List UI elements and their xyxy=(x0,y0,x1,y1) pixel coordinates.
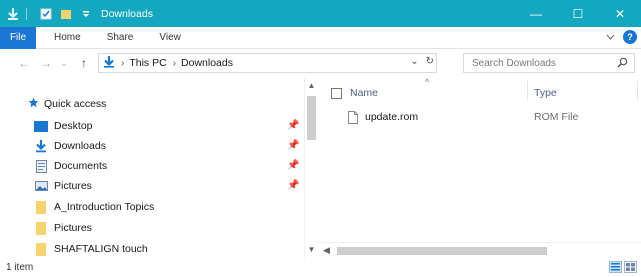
sidebar-item-label: Pictures xyxy=(54,180,92,192)
details-view-icon[interactable] xyxy=(609,261,622,273)
sidebar-item-label: Documents xyxy=(54,160,108,172)
breadcrumb-separator-icon: › xyxy=(172,57,177,69)
sidebar-item-downloads[interactable]: Downloads xyxy=(34,136,106,156)
large-icons-view-icon[interactable] xyxy=(624,261,637,273)
refresh-icon[interactable]: ↻ xyxy=(426,56,434,67)
folder-icon xyxy=(34,242,48,256)
download-arrow-icon xyxy=(34,139,48,152)
up-arrow-icon[interactable]: ↑ xyxy=(76,53,92,73)
pin-icon[interactable]: 📌 xyxy=(287,140,299,151)
explorer-arrow-icon[interactable] xyxy=(6,7,20,21)
new-folder-icon[interactable] xyxy=(59,7,73,21)
breadcrumb-separator-icon: › xyxy=(121,57,125,69)
scroll-left-icon[interactable]: ◀ xyxy=(323,245,330,256)
desktop-icon xyxy=(34,120,48,132)
file-list: Name ^ Type update.rom ROM File xyxy=(317,77,641,258)
scrollbar-thumb[interactable] xyxy=(337,247,547,255)
downloads-location-icon xyxy=(103,55,115,71)
tab-home[interactable]: Home xyxy=(54,32,81,43)
sidebar-item-documents[interactable]: Documents xyxy=(34,156,107,176)
tab-view[interactable]: View xyxy=(159,32,181,43)
toolbar-separator xyxy=(26,7,27,20)
close-button[interactable]: ✕ xyxy=(599,0,641,27)
file-icon xyxy=(348,110,358,124)
navigation-pane-scrollbar[interactable]: ▲ ▼ xyxy=(304,77,317,258)
file-type: ROM File xyxy=(534,111,579,123)
sidebar-item-label: Pictures xyxy=(54,222,92,234)
search-icon[interactable] xyxy=(617,57,628,71)
folder-icon xyxy=(34,221,48,235)
sidebar-item-shaftalign-touch[interactable]: SHAFTALIGN touch xyxy=(34,239,148,259)
sidebar-item-label: Desktop xyxy=(54,120,93,132)
scrollbar-thumb[interactable] xyxy=(307,96,316,140)
file-name: update.rom xyxy=(365,111,419,123)
sidebar-item-a-introduction-topics[interactable]: A_Introduction Topics xyxy=(34,197,154,217)
item-count: 1 item xyxy=(6,262,34,273)
file-row[interactable]: update.rom xyxy=(348,108,418,126)
column-divider[interactable] xyxy=(637,81,638,101)
pictures-icon xyxy=(34,180,48,192)
properties-icon[interactable] xyxy=(39,7,53,21)
search-input[interactable]: Search Downloads xyxy=(463,53,635,73)
title-bar: Downloads — ☐ ✕ xyxy=(0,0,641,27)
pin-icon[interactable]: 📌 xyxy=(287,160,299,171)
star-icon xyxy=(28,97,39,111)
tab-file[interactable]: File xyxy=(0,26,36,49)
tab-share[interactable]: Share xyxy=(107,32,134,43)
select-all-checkbox-cell[interactable] xyxy=(331,83,342,103)
horizontal-scrollbar[interactable]: ◀ xyxy=(317,242,641,258)
recent-locations-icon[interactable]: ⌄ xyxy=(56,53,72,73)
quick-access-label: Quick access xyxy=(44,98,107,110)
folder-icon xyxy=(34,200,48,214)
breadcrumb-this-pc[interactable]: This PC xyxy=(129,57,166,69)
column-header-label: Type xyxy=(534,87,557,99)
column-divider[interactable] xyxy=(527,81,528,101)
navigation-bar: ← → ⌄ ↑ › This PC › Downloads ⌄ ↻ Search… xyxy=(0,49,641,77)
back-arrow-icon[interactable]: ← xyxy=(16,53,32,73)
address-dropdown-icon[interactable]: ⌄ xyxy=(410,56,418,67)
status-bar: 1 item xyxy=(0,258,641,277)
sort-ascending-icon: ^ xyxy=(425,77,430,87)
sidebar-item-label: SHAFTALIGN touch xyxy=(54,243,148,255)
customize-quick-access-icon[interactable] xyxy=(79,7,93,21)
sidebar-item-pictures[interactable]: Pictures xyxy=(34,176,92,196)
sidebar-item-label: Downloads xyxy=(54,140,106,152)
column-header-name[interactable]: Name xyxy=(350,83,378,103)
quick-access-item[interactable]: Quick access xyxy=(28,96,106,112)
sidebar-item-pictures-folder[interactable]: Pictures xyxy=(34,218,92,238)
help-icon[interactable]: ? xyxy=(623,30,637,44)
ribbon-tabs: File Home Share View ? xyxy=(0,26,641,49)
file-type-cell: ROM File xyxy=(534,108,578,126)
select-all-checkbox[interactable] xyxy=(331,87,342,99)
pin-icon[interactable]: 📌 xyxy=(287,120,299,131)
minimize-button[interactable]: — xyxy=(515,0,557,27)
maximize-button[interactable]: ☐ xyxy=(557,0,599,27)
document-icon xyxy=(34,159,48,173)
sidebar-item-label: A_Introduction Topics xyxy=(54,201,155,213)
pin-icon[interactable]: 📌 xyxy=(287,180,299,191)
window-title: Downloads xyxy=(101,7,153,20)
forward-arrow-icon[interactable]: → xyxy=(38,53,54,73)
column-header-label: Name xyxy=(350,87,379,99)
search-placeholder: Search Downloads xyxy=(472,57,556,69)
sidebar-item-desktop[interactable]: Desktop xyxy=(34,116,93,136)
breadcrumb-downloads[interactable]: Downloads xyxy=(181,57,233,69)
address-bar[interactable]: › This PC › Downloads ⌄ ↻ xyxy=(98,53,437,73)
expand-ribbon-icon[interactable] xyxy=(606,31,615,43)
column-header-type[interactable]: Type xyxy=(534,83,557,103)
